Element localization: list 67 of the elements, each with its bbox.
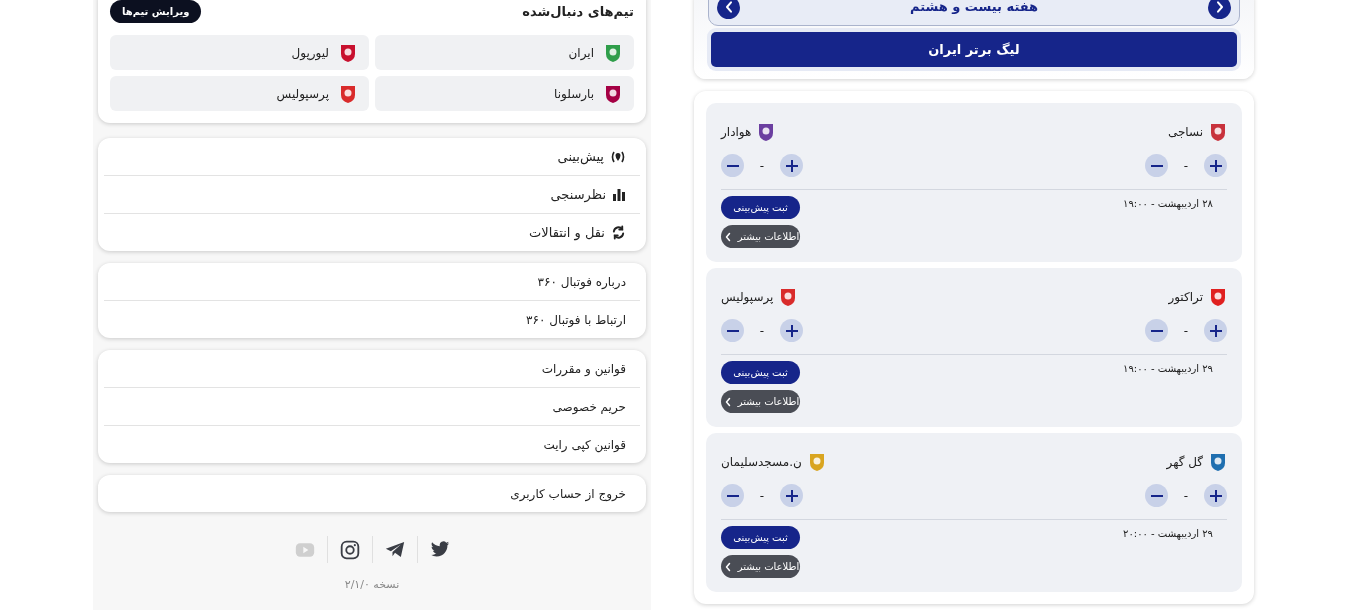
menu-item[interactable]: خروج از حساب کاربری [98,475,646,512]
decrement-button[interactable] [1145,484,1168,507]
menu-item[interactable]: درباره فوتبال ۳۶۰ [98,263,646,300]
team-name: گل گهر [1166,454,1203,471]
broadcast-icon [610,149,626,164]
team-name: نساجی [1167,124,1203,141]
match-date: ۲۹ اردیبهشت - ۱۹:۰۰ [1123,362,1214,376]
submit-prediction-button[interactable]: ثبت پیش‌بینی [721,196,800,219]
increment-button[interactable] [780,484,803,507]
minus-icon [1150,164,1163,167]
decrement-button[interactable] [1145,319,1168,342]
minus-icon [1150,329,1163,332]
menu-item[interactable]: قوانین و مقررات [98,350,646,387]
version-label: نسخه ۲/۱/۰ [344,578,400,591]
plus-icon [783,322,800,339]
minus-icon [726,329,739,332]
decrement-button[interactable] [721,154,744,177]
section-title: تیم‌های دنبال‌شده [522,2,634,21]
menu-item[interactable]: پیش‌بینی [98,138,646,175]
week-title: هفته بیست و هشتم [909,0,1039,17]
plus-icon [1207,322,1224,339]
score-value: - [758,157,766,175]
score-value: - [758,487,766,505]
bar-chart-icon [612,187,626,202]
plus-icon [783,157,800,174]
increment-button[interactable] [780,154,803,177]
plus-icon [1207,157,1224,174]
menu-item[interactable]: حریم خصوصی [98,388,646,425]
increment-button[interactable] [780,319,803,342]
decrement-button[interactable] [721,484,744,507]
menu-item[interactable]: قوانین کپی رایت [98,426,646,463]
menu-item[interactable]: نقل و انتقالات [98,214,646,251]
minus-icon [1150,494,1163,497]
match-date: ۲۹ اردیبهشت - ۲۰:۰۰ [1123,527,1214,541]
team-name: تراکتور [1168,289,1203,306]
menu-item[interactable]: ارتباط با فوتبال ۳۶۰ [98,301,646,338]
menu-item[interactable]: نظرسنجی [98,176,646,213]
increment-button[interactable] [1204,484,1227,507]
next-week-button[interactable] [1208,0,1231,19]
more-info-button[interactable]: اطلاعات بیشتر [721,555,800,578]
score-value: - [1182,322,1190,340]
team-name: پرسپولیس [721,289,774,306]
team-tile[interactable]: ایران [375,35,634,70]
team-tile[interactable]: پرسپولیس [110,76,369,111]
increment-button[interactable] [1204,154,1227,177]
increment-button[interactable] [1204,319,1227,342]
team-name: هوادار [721,124,752,141]
refresh-icon [611,225,626,240]
score-value: - [1182,487,1190,505]
plus-icon [1207,487,1224,504]
minus-icon [726,164,739,167]
more-info-button[interactable]: اطلاعات بیشتر [721,225,800,248]
minus-icon [726,494,739,497]
score-value: - [758,322,766,340]
plus-icon [783,487,800,504]
submit-prediction-button[interactable]: ثبت پیش‌بینی [721,526,800,549]
score-value: - [1182,157,1190,175]
team-tile[interactable]: بارسلونا [375,76,634,111]
decrement-button[interactable] [721,319,744,342]
more-info-button[interactable]: اطلاعات بیشتر [721,390,800,413]
previous-week-button[interactable] [717,0,740,19]
submit-prediction-button[interactable]: ثبت پیش‌بینی [721,361,800,384]
team-tile[interactable]: لیورپول [110,35,369,70]
team-name: ن.مسجدسلیمان [721,454,802,471]
decrement-button[interactable] [1145,154,1168,177]
edit-teams-button[interactable]: ویرایش تیم‌ها [110,0,202,23]
match-date: ۲۸ اردیبهشت - ۱۹:۰۰ [1123,197,1214,211]
